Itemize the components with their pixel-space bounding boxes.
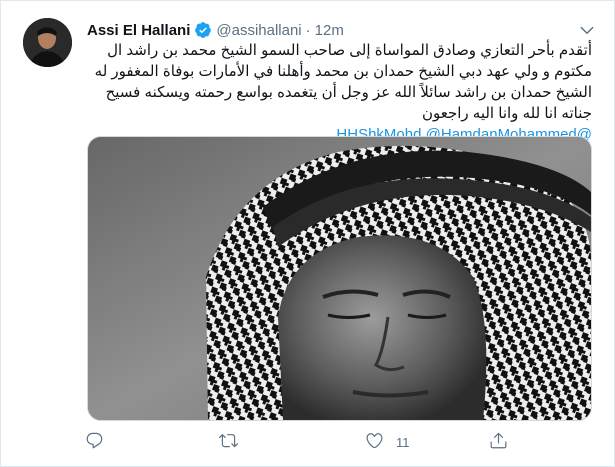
like-count: 11 <box>396 434 410 450</box>
tweet-photo[interactable] <box>87 136 592 421</box>
tweet-text: أتقدم بأحر التعازي وصادق المواساة إلى صا… <box>87 40 592 145</box>
retweet-icon <box>219 431 238 453</box>
author-handle[interactable]: @assihallani <box>216 22 301 39</box>
retweet-button[interactable] <box>219 431 238 453</box>
tweet-actions: 11 <box>81 429 521 455</box>
separator-dot: · <box>305 21 311 39</box>
author-name[interactable]: Assi El Hallani <box>87 22 190 39</box>
verified-badge-icon <box>194 21 212 39</box>
tweet-text-line: مكتوم و ولي عهد دبي الشيخ حمدان بن محمد … <box>94 63 592 80</box>
tweet-text-line: جناته انا لله وانا اليه راجعون <box>421 105 592 122</box>
reply-icon <box>85 431 104 453</box>
chevron-down-icon[interactable] <box>578 21 596 39</box>
heart-icon <box>365 431 384 453</box>
share-icon <box>489 431 508 453</box>
reply-button[interactable] <box>85 431 104 453</box>
avatar[interactable] <box>23 18 72 67</box>
tweet-timestamp[interactable]: 12m <box>315 22 344 39</box>
tweet-header: Assi El Hallani @assihallani · 12m <box>87 20 344 40</box>
tweet-text-line: الشيخ حمدان بن راشد سائلاً الله عز وجل أ… <box>105 84 592 101</box>
tweet-text-line: أتقدم بأحر التعازي وصادق المواساة إلى صا… <box>107 42 592 59</box>
share-button[interactable] <box>489 431 508 453</box>
tweet-card[interactable]: Assi El Hallani @assihallani · 12m أتقدم… <box>0 0 615 467</box>
like-button[interactable]: 11 <box>353 431 410 453</box>
